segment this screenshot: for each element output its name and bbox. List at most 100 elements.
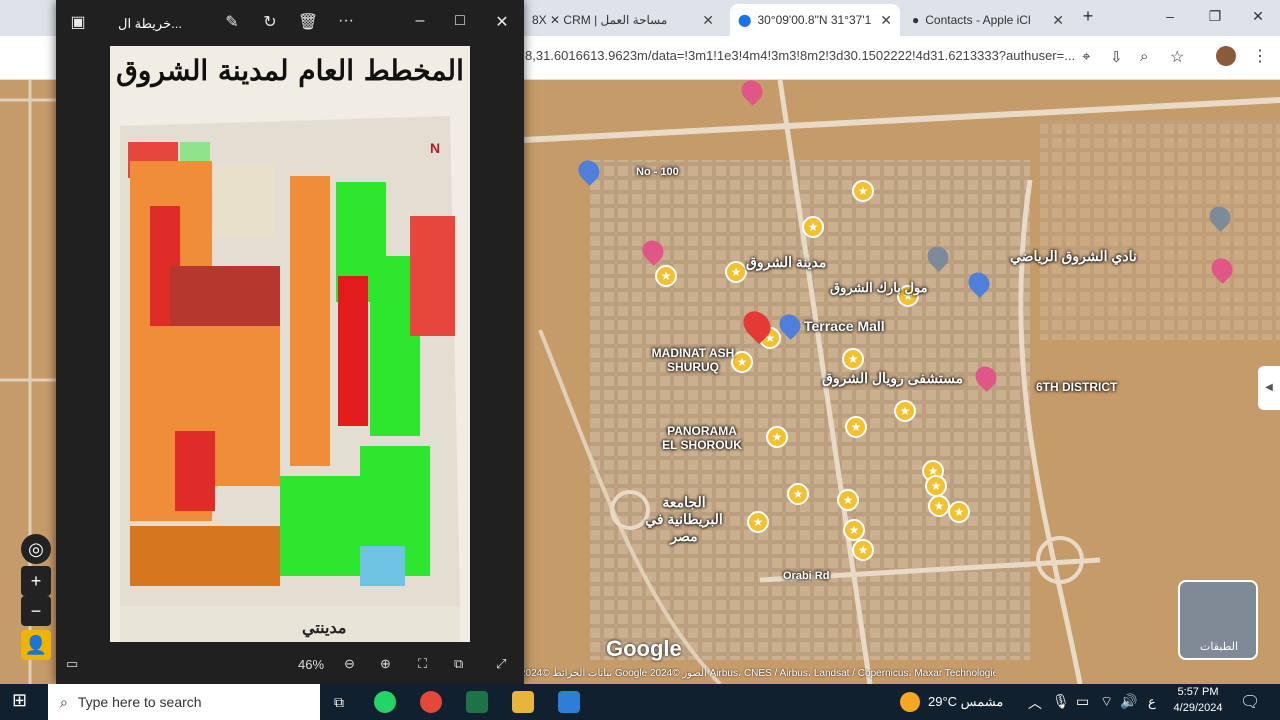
excel-icon[interactable] xyxy=(466,691,488,713)
map-label-orabi-rd: Orabi Rd xyxy=(783,570,830,582)
viewer-maximize-button[interactable]: □ xyxy=(448,12,472,30)
my-location-button[interactable]: ◎ xyxy=(21,534,51,564)
zoom-out-icon[interactable]: ⊖ xyxy=(344,656,355,672)
search-icon: ⌕ xyxy=(60,693,68,710)
map-label-no100: No - 100 xyxy=(636,166,679,178)
install-icon[interactable]: ⇩ xyxy=(1110,48,1123,66)
clock-date[interactable]: 4/29/2024 xyxy=(1168,702,1228,714)
tab-contacts[interactable]: ● Contacts - Apple iCl ✕ xyxy=(904,4,1072,36)
map-star-marker[interactable]: ★ xyxy=(802,216,824,238)
windows-taskbar: ⊞ ⌕ Type here to search ⧉ 29°C مشمس ︿ 🎙 … xyxy=(0,684,1280,720)
gallery-icon[interactable]: ▣ xyxy=(66,12,90,32)
task-view-icon[interactable]: ⧉ xyxy=(328,691,350,713)
tab-contacts-label: Contacts - Apple iCl xyxy=(925,13,1031,27)
new-tab-button[interactable]: + xyxy=(1078,6,1098,27)
zoom-in-icon[interactable]: ⊕ xyxy=(380,656,391,672)
map-star-marker[interactable]: ★ xyxy=(747,511,769,533)
battery-icon[interactable]: ▭ xyxy=(1076,693,1089,710)
tab-crm-label: 8X ✕ CRM | مساحة العمل xyxy=(532,13,668,27)
map-label-british-university[interactable]: الجامعة البريطانية في مصر xyxy=(634,494,734,545)
notifications-icon[interactable]: 🗨 xyxy=(1240,692,1260,712)
photos-app-icon[interactable] xyxy=(558,691,580,713)
delete-icon[interactable]: 🗑 xyxy=(296,12,320,32)
browser-restore-button[interactable]: ❐ xyxy=(1205,8,1225,25)
url-field[interactable]: 8,31.6016613.9623m/data=!3m1!1e3!4m4!3m3… xyxy=(525,48,1075,63)
map-star-marker[interactable]: ★ xyxy=(766,426,788,448)
map-star-marker[interactable]: ★ xyxy=(842,348,864,370)
windows-start-icon[interactable]: ⊞ xyxy=(12,690,27,711)
map-star-marker[interactable]: ★ xyxy=(837,489,859,511)
map-star-marker[interactable]: ★ xyxy=(852,539,874,561)
map-label-royal-hospital[interactable]: مستشفى رويال الشروق xyxy=(822,370,963,387)
zoom-icon[interactable]: ⌕ xyxy=(1140,48,1148,65)
browser-minimize-button[interactable]: – xyxy=(1160,8,1180,24)
weather-text[interactable]: 29°C مشمس xyxy=(928,694,1003,710)
menu-icon[interactable]: ⋮ xyxy=(1252,46,1268,66)
map-star-marker[interactable]: ★ xyxy=(948,501,970,523)
more-options-icon[interactable]: ··· xyxy=(334,12,358,30)
layers-label: الطبقات xyxy=(1200,641,1239,653)
map-label-6th-district: 6TH DISTRICT xyxy=(1036,380,1118,394)
viewer-minimize-button[interactable]: – xyxy=(408,12,432,30)
tray-chevron-icon[interactable]: ︿ xyxy=(1028,693,1042,713)
map-label-park-mall[interactable]: مول بارك الشروق xyxy=(830,280,928,296)
browser-close-button[interactable]: ✕ xyxy=(1248,8,1268,25)
map-zoom-out-button[interactable]: − xyxy=(21,596,51,626)
google-logo: Google xyxy=(606,636,682,661)
whatsapp-icon[interactable] xyxy=(374,691,396,713)
map-star-marker[interactable]: ★ xyxy=(845,416,867,438)
map-attribution: بيانات الخرائط ©2024 Google الصور ©2024 … xyxy=(520,668,996,679)
map-label-madinat: MADINAT ASH SHURUQ xyxy=(651,346,735,374)
map-label-sports-club[interactable]: نادي الشروق الرياضي xyxy=(1010,248,1137,265)
zoom-percent: 46% xyxy=(298,656,325,672)
plan-drawing xyxy=(120,116,460,642)
weather-icon xyxy=(900,692,920,712)
master-plan-image[interactable]: المخطط العام لمدينة الشروق N مدينتي xyxy=(110,46,470,642)
map-star-marker[interactable]: ★ xyxy=(852,180,874,202)
layers-button[interactable]: الطبقات xyxy=(1178,580,1258,660)
clock-time[interactable]: 5:57 PM xyxy=(1168,686,1228,698)
map-star-marker[interactable]: ★ xyxy=(925,475,947,497)
map-label-terrace-mall[interactable]: Terrace Mall xyxy=(804,318,885,334)
map-star-marker[interactable]: ★ xyxy=(843,519,865,541)
tab-contacts-close-icon[interactable]: ✕ xyxy=(1052,12,1064,29)
wifi-icon[interactable]: ⌔ xyxy=(1100,693,1113,711)
fit-window-icon[interactable]: ⛶ xyxy=(418,656,427,672)
apple-icon: ● xyxy=(912,13,920,27)
file-explorer-icon[interactable] xyxy=(512,691,534,713)
map-star-marker[interactable]: ★ xyxy=(894,400,916,422)
tab-maps[interactable]: ⬤ 30°09'00.8"N 31°37'1 ✕ xyxy=(730,4,900,36)
viewer-title: خريطة ال... xyxy=(118,16,182,31)
tab-crm-close-icon[interactable]: ✕ xyxy=(702,12,714,29)
volume-icon[interactable]: 🔊 xyxy=(1120,693,1137,710)
actual-size-icon[interactable]: ⧉ xyxy=(454,656,463,672)
edit-icon[interactable]: ✎ xyxy=(220,12,244,32)
search-placeholder: Type here to search xyxy=(77,694,202,710)
language-indicator[interactable]: ع xyxy=(1148,694,1156,710)
filmstrip-icon[interactable]: ▭ xyxy=(66,656,78,672)
map-star-marker[interactable]: ★ xyxy=(928,495,950,517)
collapse-panel-button[interactable]: ◀ xyxy=(1258,366,1280,410)
map-label-panorama: PANORAMA EL SHOROUK xyxy=(662,424,742,452)
bookmark-star-icon[interactable]: ☆ xyxy=(1170,47,1184,67)
map-zoom-in-button[interactable]: + xyxy=(21,566,51,596)
map-star-marker[interactable]: ★ xyxy=(725,261,747,283)
microphone-icon[interactable]: 🎙 xyxy=(1052,693,1070,710)
viewer-toolbar: ▭ 46% ⊖ ⊕ ⛶ ⧉ ⤢ xyxy=(56,648,524,680)
taskbar-search[interactable]: ⌕ Type here to search xyxy=(48,684,320,720)
map-star-marker[interactable]: ★ xyxy=(787,483,809,505)
location-icon[interactable]: ⌖ xyxy=(1082,48,1090,65)
rotate-icon[interactable]: ↻ xyxy=(258,12,282,32)
north-arrow-icon: N xyxy=(430,140,441,156)
plan-brand: مدينتي xyxy=(302,620,347,637)
pegman-icon[interactable]: 👤 xyxy=(21,630,51,660)
tab-crm[interactable]: 8X ✕ CRM | مساحة العمل ✕ xyxy=(524,4,722,36)
fullscreen-icon[interactable]: ⤢ xyxy=(496,656,506,672)
tab-maps-close-icon[interactable]: ✕ xyxy=(880,12,892,29)
map-star-marker[interactable]: ★ xyxy=(655,265,677,287)
photo-viewer-window: ▣ خريطة ال... ✎ ↻ 🗑 ··· – □ ✕ المخطط الع… xyxy=(56,0,524,684)
viewer-close-button[interactable]: ✕ xyxy=(490,12,514,32)
tab-maps-label: 30°09'00.8"N 31°37'1 xyxy=(757,13,872,27)
chrome-icon[interactable] xyxy=(420,691,442,713)
profile-avatar[interactable] xyxy=(1216,46,1236,66)
